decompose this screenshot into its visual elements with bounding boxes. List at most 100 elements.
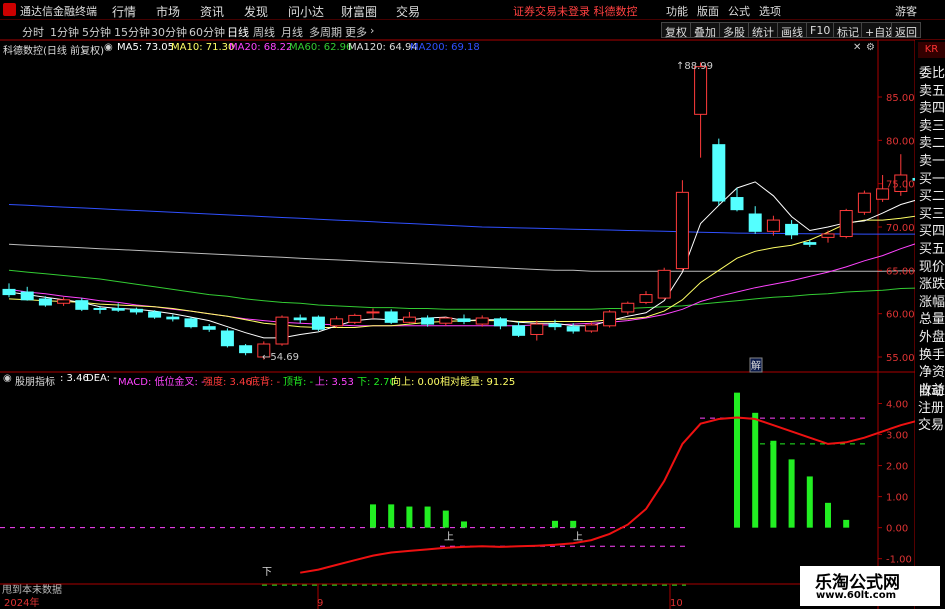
watermark-url: www.60lt.com	[816, 590, 897, 601]
auto-trade-panel[interactable]: 自动 注册 交易	[918, 383, 945, 434]
settings-icon[interactable]: ⚙	[866, 42, 875, 53]
price-tick-label-3: 70.00	[886, 223, 915, 234]
candle	[493, 317, 507, 330]
ind-tick-label-0: -1.00	[886, 555, 912, 566]
ma5-line	[8, 181, 915, 339]
period-1min[interactable]: 1分钟	[50, 24, 79, 40]
auto-trade-line-1[interactable]: 自动	[918, 383, 945, 400]
menu-discover[interactable]: 发现	[244, 3, 268, 20]
candle	[275, 315, 289, 346]
cursor-marker-label: 解	[751, 359, 761, 372]
top-div-label: 顶背: -	[283, 377, 314, 388]
adjust-button[interactable]: 复权	[661, 22, 691, 39]
panel-header[interactable]: KR	[918, 42, 945, 58]
period-multi[interactable]: 多周期	[309, 24, 342, 40]
quote-field-4: 卖二	[919, 136, 945, 152]
period-daily[interactable]: 日线	[227, 24, 249, 40]
menu-quotes[interactable]: 行情	[112, 3, 136, 20]
period-weekly[interactable]: 周线	[253, 24, 275, 40]
moving-average-lines	[8, 181, 915, 339]
auto-trade-line-2[interactable]: 注册	[918, 400, 945, 417]
price-tick-label-6: 85.00	[886, 93, 915, 104]
period-5min[interactable]: 5分钟	[82, 24, 111, 40]
auto-trade-line-3[interactable]: 交易	[918, 417, 945, 434]
indicator-bar	[734, 392, 740, 528]
mark-button[interactable]: 标记	[833, 22, 863, 39]
quote-field-16: 换手	[919, 347, 945, 363]
guest-label[interactable]: 游客	[895, 3, 917, 19]
close-pane-icon[interactable]: ✕	[853, 42, 861, 53]
quote-field-0: 委比	[919, 66, 945, 81]
candle	[239, 344, 253, 356]
indicator-bars	[0, 392, 868, 586]
candle	[2, 283, 16, 298]
menu-news[interactable]: 资讯	[200, 3, 224, 20]
layout-button[interactable]: 版面	[697, 3, 719, 19]
candle	[748, 206, 762, 234]
signal-up-label-2: 上	[573, 531, 583, 543]
stock-chart[interactable]: 55.00 60.00 65.00 70.00 75.00 80.00 85.00 -1.00…	[0, 40, 915, 609]
chevron-right-icon[interactable]: ›	[370, 24, 374, 37]
candle	[857, 190, 871, 215]
ind-tick-label-3: 2.00	[886, 462, 908, 473]
candle	[621, 301, 635, 315]
period-60min[interactable]: 60分钟	[189, 24, 225, 40]
f10-button[interactable]: F10	[806, 22, 835, 38]
quote-field-15: 外盘	[919, 330, 945, 345]
candle	[657, 267, 671, 299]
up2-label: 向上: 0.00	[391, 377, 440, 388]
quote-field-2: 卖四	[919, 101, 945, 117]
function-button[interactable]: 功能	[666, 3, 688, 19]
menu-trade[interactable]: 交易	[396, 3, 420, 20]
candle	[785, 220, 799, 240]
period-monthly[interactable]: 月线	[281, 24, 303, 40]
candle	[712, 138, 726, 206]
options-button[interactable]: 选项	[759, 3, 781, 19]
bottom-div-label: 底背: -	[250, 377, 281, 388]
period-intraday[interactable]: 分时	[22, 24, 44, 40]
quote-field-11: 现价	[919, 259, 945, 275]
menu-wealth[interactable]: 财富圈	[341, 3, 377, 20]
price-tick-label-4: 75.00	[886, 180, 915, 191]
overlay-button[interactable]: 叠加	[690, 22, 720, 39]
indicator-bar	[770, 440, 777, 528]
period-30min[interactable]: 30分钟	[151, 24, 187, 40]
site-watermark: 乐淘公式网 www.60lt.com	[800, 566, 940, 606]
candle	[766, 215, 780, 236]
indicator-bar	[843, 519, 850, 528]
collapse-icon[interactable]: ◉	[104, 42, 113, 53]
high-price-label: ↑88.99	[676, 61, 713, 72]
signal-line	[300, 416, 915, 574]
login-notice[interactable]: 证券交易未登录 科德数控	[513, 3, 638, 19]
indicator-bar	[406, 506, 413, 528]
menu-ask[interactable]: 问小达	[288, 3, 324, 20]
formula-button[interactable]: 公式	[728, 3, 750, 19]
draw-line-button[interactable]: 画线	[777, 22, 807, 39]
candle	[348, 313, 362, 325]
quote-field-5: 卖一	[919, 154, 945, 169]
quote-field-17: 净资	[919, 365, 945, 381]
ma10-label: MA10: 71.30	[171, 42, 235, 53]
quote-field-7: 买二	[919, 189, 945, 205]
up-label: 上: 3.53	[315, 377, 354, 388]
stats-button[interactable]: 统计	[748, 22, 778, 39]
chart-annotations: ↑88.99 ←54.69 解 上 上 下 甩到本未数据 2024年 9 10	[2, 61, 763, 609]
multi-stock-button[interactable]: 多股	[719, 22, 749, 39]
period-toolbar: 分时 1分钟 5分钟 15分钟 30分钟 60分钟 日线 周线 月线 多周期 更…	[0, 20, 945, 40]
candle	[366, 308, 380, 319]
quote-field-13: 涨幅	[919, 294, 945, 310]
period-more[interactable]: 更多	[345, 24, 367, 40]
period-15min[interactable]: 15分钟	[114, 24, 150, 40]
candle	[166, 314, 180, 322]
candle	[330, 316, 344, 328]
menu-market[interactable]: 市场	[156, 3, 180, 20]
price-tick-label-2: 65.00	[886, 266, 915, 277]
ma60-line	[8, 269, 915, 310]
indicator-bar	[788, 459, 795, 528]
signal-up-label: 上	[444, 531, 454, 543]
down-label: 下: 2.70	[357, 377, 396, 388]
indicator-collapse-icon[interactable]: ◉	[3, 373, 12, 384]
quote-field-9: 买四	[919, 224, 945, 240]
back-button[interactable]: 返回	[891, 22, 921, 39]
candle	[421, 315, 435, 327]
